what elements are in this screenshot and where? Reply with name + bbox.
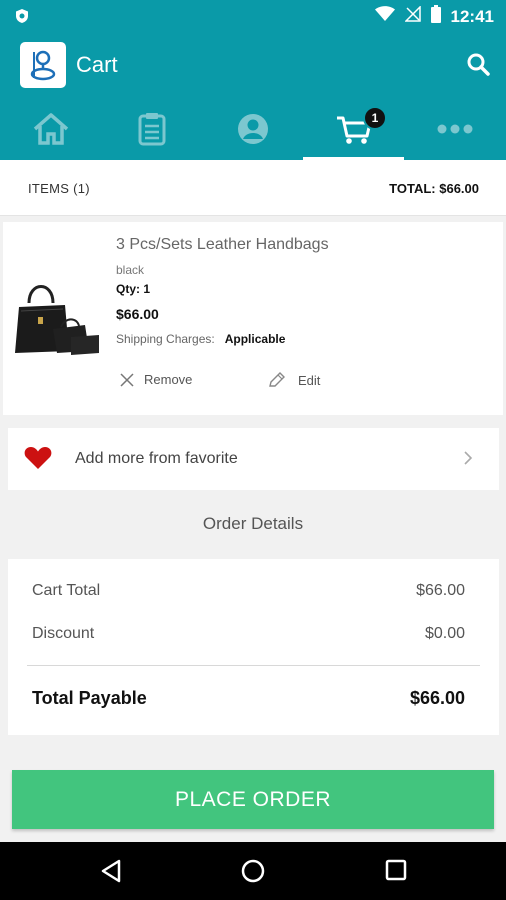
- tab-home[interactable]: [0, 98, 101, 160]
- cart-total-summary: TOTAL: $66.00: [389, 181, 479, 196]
- home-icon: [33, 113, 68, 145]
- cart-total-value: $66.00: [416, 582, 465, 599]
- system-nav-bar: [0, 842, 506, 900]
- remove-button[interactable]: Remove: [120, 372, 192, 387]
- wifi-icon: [374, 6, 395, 27]
- heart-icon: [24, 446, 52, 475]
- remove-label: Remove: [144, 372, 193, 387]
- product-name[interactable]: 3 Pcs/Sets Leather Handbags: [116, 236, 329, 254]
- edit-label: Edit: [298, 372, 321, 388]
- cart-item[interactable]: 3 Pcs/Sets Leather Handbags black Qty: 1…: [3, 222, 503, 415]
- edit-button[interactable]: Edit: [268, 372, 320, 388]
- add-from-favorite[interactable]: Add more from favorite: [8, 428, 499, 490]
- order-details-card: Cart Total $66.00 Discount $0.00 Total P…: [8, 559, 499, 735]
- tab-bar: 1: [0, 98, 506, 160]
- discount-label: Discount: [32, 625, 95, 642]
- profile-icon: [237, 114, 268, 144]
- total-payable-value: $66.00: [409, 688, 465, 708]
- shipping-value: Applicable: [224, 332, 286, 346]
- cart-total-row: Cart Total $66.00: [32, 582, 465, 600]
- status-bar: 12:41: [0, 0, 506, 32]
- cart-summary: ITEMS (1) TOTAL: $66.00: [0, 160, 506, 216]
- recents-icon[interactable]: [385, 859, 407, 886]
- shipping-label: Shipping Charges:: [116, 332, 215, 346]
- cart-total-label: Cart Total: [32, 582, 101, 599]
- shield-icon: [14, 8, 30, 29]
- divider: [27, 665, 480, 666]
- shipping-charges: Shipping Charges: Applicable: [116, 332, 285, 346]
- search-icon[interactable]: [466, 52, 490, 81]
- tab-cart[interactable]: 1: [303, 98, 404, 160]
- total-payable-label: Total Payable: [32, 688, 147, 708]
- items-count: ITEMS (1): [28, 181, 90, 196]
- close-icon: [120, 372, 134, 387]
- page-title: Cart: [76, 52, 118, 77]
- product-color: black: [116, 263, 145, 277]
- order-details-heading: Order Details: [202, 514, 304, 533]
- place-order-button[interactable]: PLACE ORDER: [12, 770, 494, 829]
- product-price: $66.00: [116, 306, 159, 322]
- tab-profile[interactable]: [202, 98, 303, 160]
- clipboard-icon: [138, 113, 165, 146]
- chevron-right-icon: [463, 450, 473, 471]
- app-bar: Cart: [0, 32, 506, 98]
- tab-orders[interactable]: [101, 98, 202, 160]
- product-quantity: Qty: 1: [116, 282, 151, 296]
- discount-row: Discount $0.00: [32, 625, 465, 643]
- home-circle-icon[interactable]: [241, 859, 265, 888]
- battery-icon: [430, 5, 441, 28]
- no-signal-icon: [403, 5, 421, 27]
- pencil-icon: [269, 372, 285, 387]
- product-image: [15, 285, 99, 355]
- discount-value: $0.00: [424, 625, 465, 642]
- app-logo[interactable]: [20, 42, 66, 88]
- cart-count-badge: 1: [363, 106, 387, 130]
- more-icon: [437, 124, 472, 134]
- total-payable-row: Total Payable $66.00: [32, 688, 465, 709]
- logo-icon: [30, 50, 56, 81]
- clock: 12:41: [450, 6, 494, 26]
- favorite-label: Add more from favorite: [75, 450, 238, 467]
- back-icon[interactable]: [100, 859, 122, 888]
- tab-more[interactable]: [404, 98, 505, 160]
